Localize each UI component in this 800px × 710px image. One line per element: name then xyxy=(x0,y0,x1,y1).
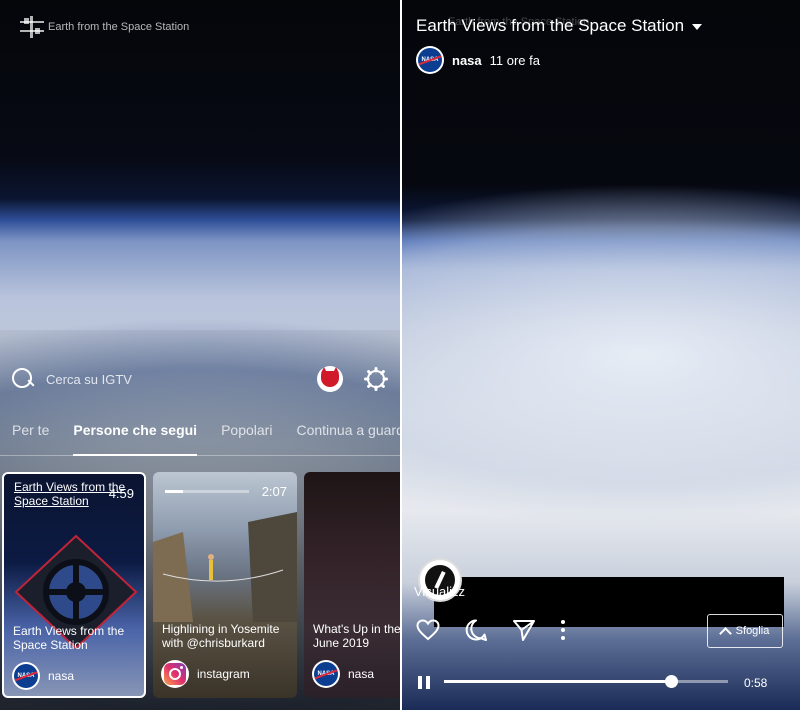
yosemite-thumbnail xyxy=(153,512,297,622)
pause-icon[interactable] xyxy=(418,676,430,689)
igtv-tabs: Per te Persone che segui Popolari Contin… xyxy=(0,414,400,456)
igtv-browse-panel: Earth from the Space Station Cerca su IG… xyxy=(0,0,400,710)
nasa-logo-icon: NASA xyxy=(314,662,338,686)
share-icon[interactable] xyxy=(512,618,536,642)
video-card-user[interactable]: NASA nasa xyxy=(312,660,374,688)
heart-icon[interactable] xyxy=(416,619,440,641)
tab-persone-che-segui[interactable]: Persone che segui xyxy=(61,414,209,456)
video-card-title: What's Up in the Sky in June 2019 xyxy=(313,622,400,650)
tab-per-te[interactable]: Per te xyxy=(0,414,61,455)
video-card-title: Highlining in Yosemite with @chrisburkar… xyxy=(162,622,280,650)
posted-time: 11 ore fa xyxy=(489,52,540,68)
search-input[interactable]: Cerca su IGTV xyxy=(46,372,132,387)
search-bar[interactable]: Cerca su IGTV xyxy=(12,366,392,392)
video-card-user[interactable]: instagram xyxy=(161,660,250,688)
username: instagram xyxy=(197,667,250,681)
channel-name[interactable]: nasa xyxy=(452,53,482,68)
time-remaining: 0:58 xyxy=(744,676,768,690)
video-card-user[interactable]: NASA nasa xyxy=(12,662,74,690)
chevron-up-icon xyxy=(718,626,732,640)
avatar: NASA xyxy=(312,660,340,688)
tab-continua-a-guardare[interactable]: Continua a guardare xyxy=(284,414,400,455)
space-station-icon xyxy=(20,16,44,38)
avatar xyxy=(161,660,189,688)
search-icon[interactable] xyxy=(12,368,34,390)
browse-button[interactable]: Sfoglia xyxy=(707,614,783,648)
views-label: Visualizz xyxy=(414,584,466,599)
username: nasa xyxy=(348,667,375,681)
channel-info[interactable]: NASA nasa 11 ore fa xyxy=(416,46,540,74)
igtv-player-panel: Earth from the Space Station Earth Views… xyxy=(402,0,800,710)
tab-popolari[interactable]: Popolari xyxy=(209,414,284,455)
action-bar xyxy=(416,618,566,642)
watch-progress xyxy=(165,490,249,493)
video-card[interactable]: What's Up in the Sky in June 2019 NASA n… xyxy=(304,472,400,698)
video-card[interactable]: 2:07 Highlining in Yosemite with @chrisb… xyxy=(153,472,297,698)
comment-icon[interactable] xyxy=(464,618,488,642)
profile-avatar[interactable] xyxy=(317,366,343,392)
video-watermark: Earth from the Space Station xyxy=(20,16,189,38)
gear-icon[interactable] xyxy=(364,367,388,391)
seek-bar[interactable] xyxy=(444,675,728,688)
video-duration: 2:07 xyxy=(261,484,287,499)
more-icon[interactable] xyxy=(560,619,566,641)
username: nasa xyxy=(48,669,75,683)
video-title[interactable]: Earth Views from the Space Station xyxy=(416,16,703,36)
video-card-title: Earth Views from the Space Station xyxy=(13,624,125,652)
instagram-logo-icon xyxy=(164,663,186,685)
video-duration: 4:59 xyxy=(108,486,134,501)
video-card[interactable]: Earth Views from the Space Station 4:59 … xyxy=(2,472,146,698)
avatar[interactable]: NASA xyxy=(416,46,444,74)
avatar: NASA xyxy=(12,662,40,690)
caret-down-icon[interactable] xyxy=(692,24,703,30)
nasa-logo-icon: NASA xyxy=(418,48,442,72)
nasa-logo-icon: NASA xyxy=(14,664,38,688)
